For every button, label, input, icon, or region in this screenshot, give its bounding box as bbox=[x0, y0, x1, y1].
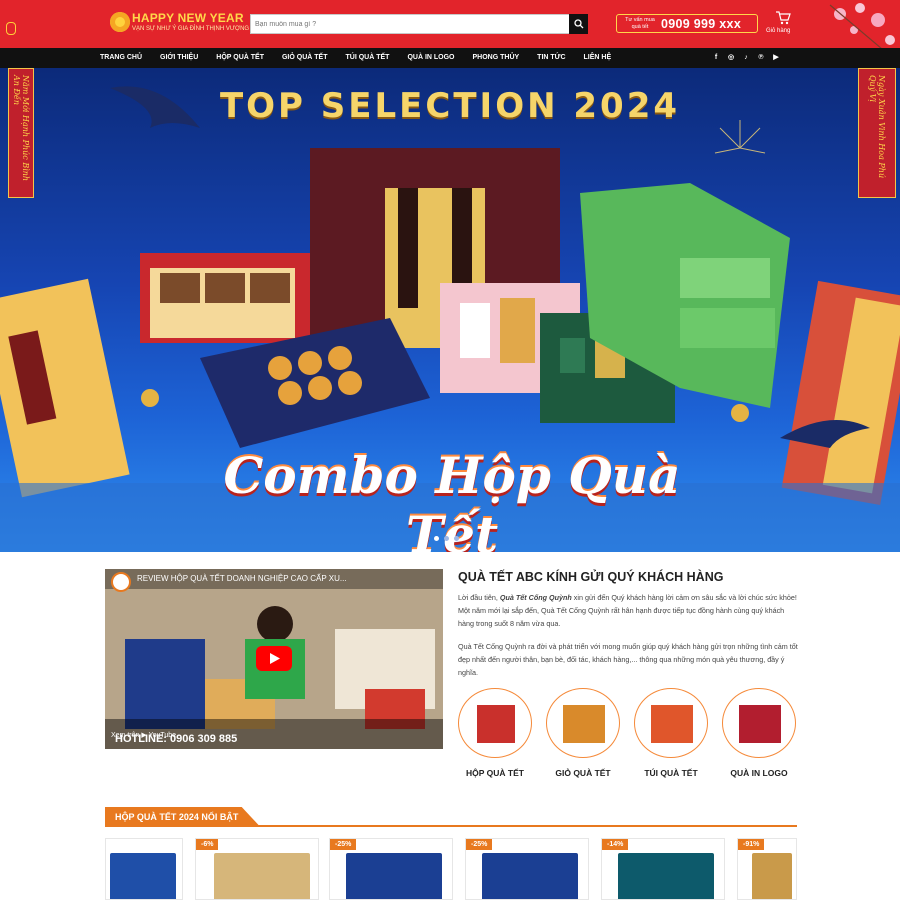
product-image bbox=[482, 853, 578, 899]
category-label: GIỎ QUÀ TẾT bbox=[555, 768, 611, 778]
play-icon bbox=[270, 653, 280, 664]
category-gift-bag[interactable]: TÚI QUÀ TẾT bbox=[634, 688, 708, 778]
logo-subtitle: VẠN SỰ NHƯ Ý GIA ĐÌNH THỊNH VƯỢNG bbox=[132, 26, 250, 32]
product-card[interactable]: -14% bbox=[601, 838, 725, 900]
nav-item-feng-shui[interactable]: PHONG THỦY bbox=[473, 48, 520, 68]
product-image bbox=[752, 853, 792, 899]
category-image bbox=[458, 688, 532, 758]
about-paragraph-2: Quà Tết Cống Quỳnh ra đời và phát triển … bbox=[458, 642, 798, 677]
site-logo[interactable]: HAPPY NEW YEAR VẠN SỰ NHƯ Ý GIA ĐÌNH THỊ… bbox=[110, 10, 249, 40]
video-hotline: HOTLINE: 0906 309 885 bbox=[115, 733, 238, 745]
search-box bbox=[250, 14, 588, 34]
tiktok-icon[interactable]: ♪ bbox=[740, 52, 752, 64]
nav-item-gift-basket[interactable]: GIỎ QUÀ TẾT bbox=[282, 48, 328, 68]
hero-title: TOP SELECTION 2024 bbox=[219, 86, 681, 126]
about-paragraph-1: Lời đầu tiên, Quà Tết Cống Quỳnh xin gửi… bbox=[458, 591, 798, 630]
apricot-flower-icon bbox=[110, 12, 130, 32]
slider-dot-3[interactable] bbox=[454, 536, 459, 541]
category-image bbox=[634, 688, 708, 758]
product-image bbox=[618, 853, 714, 899]
decoration-lantern-left bbox=[0, 0, 40, 50]
hotline-phone[interactable]: 0909 999 xxx bbox=[661, 17, 741, 31]
product-image bbox=[346, 853, 442, 899]
product-card[interactable]: -6% bbox=[195, 838, 319, 900]
category-gift-box[interactable]: HỘP QUÀ TẾT bbox=[458, 688, 532, 778]
slider-dot-1[interactable] bbox=[434, 536, 439, 541]
search-icon bbox=[573, 19, 583, 29]
cart-icon bbox=[776, 11, 791, 25]
category-gift-basket[interactable]: GIỎ QUÀ TẾT bbox=[546, 688, 620, 778]
pinterest-icon[interactable]: ℗ bbox=[755, 52, 767, 64]
slider-dot-2[interactable] bbox=[444, 536, 449, 541]
product-image bbox=[214, 853, 310, 899]
youtube-icon[interactable]: ▶ bbox=[770, 52, 782, 64]
search-input[interactable] bbox=[251, 15, 569, 33]
facebook-icon[interactable]: f bbox=[710, 52, 722, 64]
nav-item-gift-box[interactable]: HỘP QUÀ TẾT bbox=[216, 48, 264, 68]
site-header: HAPPY NEW YEAR VẠN SỰ NHƯ Ý GIA ĐÌNH THỊ… bbox=[0, 0, 900, 61]
main-nav: TRANG CHỦ GIỚI THIỆU HỘP QUÀ TẾT GIỎ QUÀ… bbox=[0, 48, 900, 68]
product-card[interactable]: -91% bbox=[737, 838, 797, 900]
about-title: QUÀ TẾT ABC KÍNH GỬI QUÝ KHÁCH HÀNG bbox=[458, 570, 724, 584]
featured-title: HỘP QUÀ TẾT 2024 NỔI BẬT bbox=[105, 807, 261, 827]
product-card[interactable]: -25% bbox=[329, 838, 453, 900]
category-label: QUÀ IN LOGO bbox=[730, 768, 788, 778]
about-p1-prefix: Lời đầu tiên, bbox=[458, 593, 500, 602]
search-button[interactable] bbox=[569, 14, 588, 34]
hero-slider[interactable]: Năm Mới Hạnh Phúc Bình An Đến Ngày Xuân … bbox=[0, 68, 900, 552]
discount-badge: -25% bbox=[330, 839, 357, 850]
channel-avatar bbox=[111, 572, 131, 592]
product-grid: -6% -25% -25% -14% -91% bbox=[105, 838, 797, 900]
slider-dots bbox=[434, 536, 464, 541]
nav-menu: TRANG CHỦ GIỚI THIỆU HỘP QUÀ TẾT GIỎ QUÀ… bbox=[100, 48, 629, 68]
category-image bbox=[722, 688, 796, 758]
category-logo-gifts[interactable]: QUÀ IN LOGO bbox=[722, 688, 796, 778]
nav-item-contact[interactable]: LIÊN HỆ bbox=[584, 48, 612, 68]
category-label: TÚI QUÀ TẾT bbox=[644, 768, 698, 778]
product-image bbox=[110, 853, 176, 899]
nav-item-gift-bag[interactable]: TÚI QUÀ TẾT bbox=[345, 48, 389, 68]
category-label: HỘP QUÀ TẾT bbox=[466, 768, 524, 778]
hotline-box[interactable]: Tư vấn mua quà tết 0909 999 xxx bbox=[616, 14, 758, 33]
nav-item-logo-gifts[interactable]: QUÀ IN LOGO bbox=[407, 48, 454, 68]
about-brand-name: Quà Tết Cống Quỳnh bbox=[499, 593, 572, 602]
nav-item-about[interactable]: GIỚI THIỆU bbox=[160, 48, 198, 68]
product-card[interactable]: -25% bbox=[465, 838, 589, 900]
lantern-icon bbox=[6, 22, 16, 35]
discount-badge: -25% bbox=[466, 839, 493, 850]
video-title[interactable]: REVIEW HỘP QUÀ TẾT DOANH NGHIỆP CAO CẤP … bbox=[137, 574, 347, 583]
play-button[interactable] bbox=[256, 646, 292, 671]
nav-item-news[interactable]: TIN TỨC bbox=[537, 48, 565, 68]
discount-badge: -6% bbox=[196, 839, 219, 850]
hotline-label: Tư vấn mua quà tết bbox=[625, 17, 655, 30]
logo-title: HAPPY NEW YEAR bbox=[132, 11, 244, 25]
instagram-icon[interactable]: ◎ bbox=[725, 52, 737, 64]
video-title-bar: REVIEW HỘP QUÀ TẾT DOANH NGHIỆP CAO CẤP … bbox=[105, 569, 443, 592]
category-image bbox=[546, 688, 620, 758]
cart-button[interactable]: Giỏ hàng bbox=[766, 11, 798, 37]
discount-badge: -14% bbox=[602, 839, 629, 850]
featured-section-header: HỘP QUÀ TẾT 2024 NỔI BẬT bbox=[105, 807, 797, 827]
social-links: f ◎ ♪ ℗ ▶ bbox=[710, 52, 785, 64]
category-list: HỘP QUÀ TẾT GIỎ QUÀ TẾT TÚI QUÀ TẾT QUÀ … bbox=[458, 688, 798, 784]
cart-label: Giỏ hàng bbox=[766, 28, 791, 34]
discount-badge: -91% bbox=[738, 839, 765, 850]
video-embed[interactable]: REVIEW HỘP QUÀ TẾT DOANH NGHIỆP CAO CẤP … bbox=[105, 569, 443, 749]
nav-item-home[interactable]: TRANG CHỦ bbox=[100, 48, 142, 68]
product-card[interactable] bbox=[105, 838, 183, 900]
